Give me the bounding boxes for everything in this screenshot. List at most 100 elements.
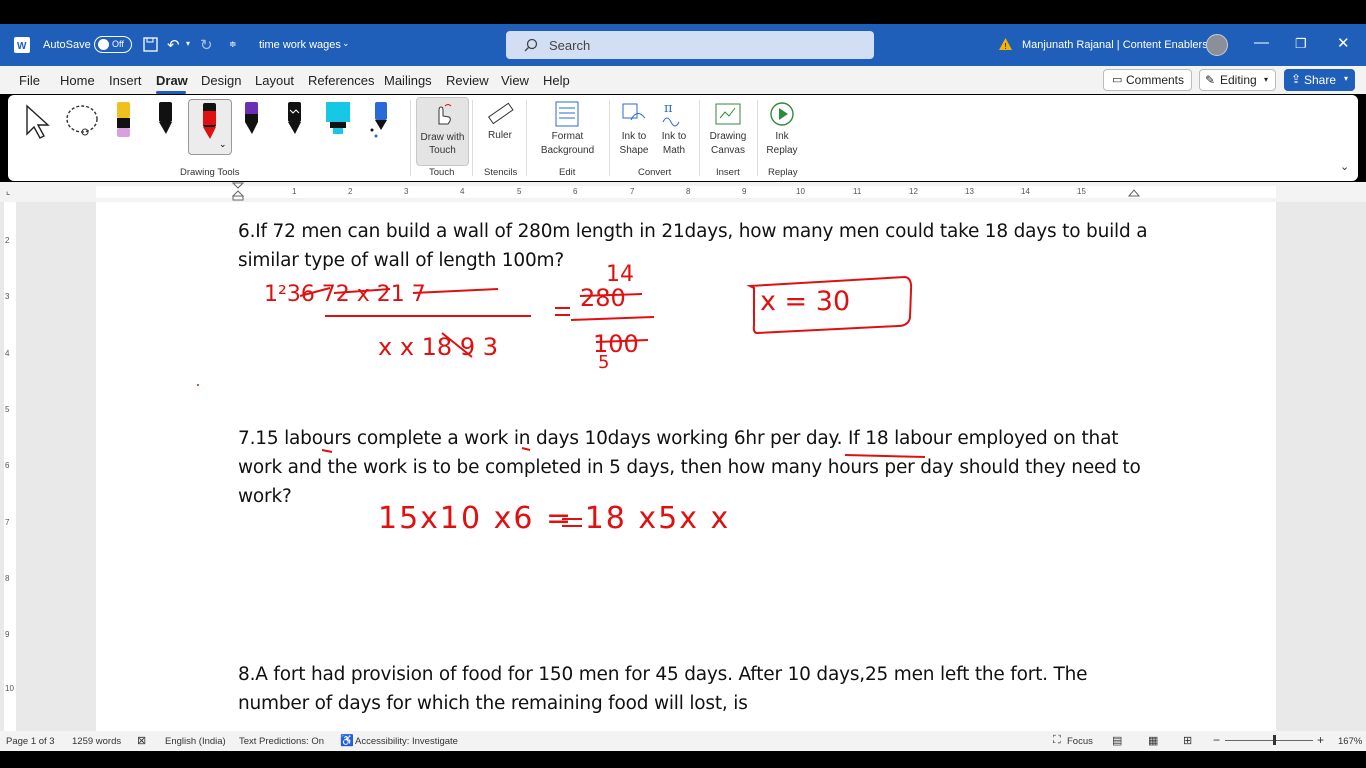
select-arrow-icon[interactable] <box>24 104 52 140</box>
status-bar: Page 1 of 3 1259 words ⊠ English (India)… <box>0 731 1366 751</box>
ink-to-shape-label[interactable]: Ink to Shape <box>614 130 654 158</box>
title-chevron-icon[interactable]: ⌄ <box>342 38 350 49</box>
customize-toolbar-icon[interactable]: ≑ <box>229 39 237 50</box>
minimize-icon[interactable]: — <box>1254 34 1269 51</box>
page-count[interactable]: Page 1 of 3 <box>6 736 55 747</box>
zoom-level[interactable]: 167% <box>1338 736 1362 747</box>
ruler-icon[interactable] <box>486 100 514 128</box>
q7-line2[interactable]: work and the work is to be completed in … <box>238 453 1141 482</box>
ink-replay-icon[interactable] <box>768 100 796 128</box>
redo-icon[interactable]: ↻ <box>200 36 213 54</box>
pen-dropdown-icon[interactable]: ⌄ <box>219 139 227 150</box>
focus-label[interactable]: Focus <box>1067 736 1093 747</box>
pen-galaxy-icon[interactable] <box>285 100 305 140</box>
zoom-slider-track[interactable] <box>1225 740 1313 741</box>
svg-text:!: ! <box>1004 42 1006 51</box>
q7-line3[interactable]: work? <box>238 482 292 511</box>
undo-dropdown-icon[interactable]: ▾ <box>186 39 190 48</box>
group-separator <box>609 100 610 176</box>
tab-draw[interactable]: Draw <box>156 73 188 88</box>
tab-home[interactable]: Home <box>60 73 95 88</box>
q6-line2[interactable]: similar type of wall of length 100m? <box>238 246 564 275</box>
drawing-canvas-icon[interactable] <box>714 100 742 128</box>
search-icon <box>524 38 538 52</box>
close-icon[interactable]: ✕ <box>1337 34 1350 52</box>
save-icon[interactable] <box>143 37 159 53</box>
ribbon-collapse-icon[interactable]: ⌄ <box>1340 160 1349 173</box>
ruler-number: 6 <box>573 187 578 196</box>
pen-purple-icon[interactable] <box>242 100 262 140</box>
tab-help[interactable]: Help <box>543 73 570 88</box>
zoom-in-icon[interactable]: + <box>1317 733 1324 747</box>
text-predictions[interactable]: Text Predictions: On <box>239 736 324 747</box>
ruler-number: 12 <box>909 187 918 196</box>
vruler-number: 8 <box>5 574 10 583</box>
ruler-number: 5 <box>517 187 522 196</box>
ruler-label[interactable]: Ruler <box>480 130 520 141</box>
avatar[interactable] <box>1206 34 1228 56</box>
highlighter-cyan-icon[interactable] <box>324 100 352 140</box>
accessibility-icon[interactable]: ♿ <box>340 734 354 747</box>
warning-icon[interactable]: ! <box>998 37 1013 51</box>
proofing-icon[interactable]: ⊠ <box>137 734 146 747</box>
group-edit: Edit <box>559 167 576 178</box>
tab-mailings[interactable]: Mailings <box>384 73 432 88</box>
autosave-toggle[interactable]: Off <box>94 36 132 53</box>
search-box[interactable]: Search <box>506 31 874 59</box>
editing-button[interactable]: ✎ Editing ▾ <box>1199 69 1276 91</box>
format-background-label[interactable]: Format Background <box>530 130 605 158</box>
restore-icon[interactable]: ❐ <box>1295 36 1307 52</box>
draw-with-touch-button[interactable]: Draw with Touch <box>416 97 469 166</box>
print-layout-icon[interactable]: ▦ <box>1148 734 1158 747</box>
word-count[interactable]: 1259 words <box>72 736 121 747</box>
share-icon: ⇪ <box>1291 72 1302 86</box>
tab-view[interactable]: View <box>501 73 529 88</box>
tab-file[interactable]: File <box>19 73 40 88</box>
tab-selector-icon[interactable]: ⌞ <box>6 186 10 197</box>
ink-to-math-icon[interactable]: π <box>660 100 686 128</box>
lasso-select-icon[interactable] <box>64 102 104 140</box>
comments-label: Comments <box>1126 73 1185 87</box>
tab-design[interactable]: Design <box>201 73 241 88</box>
q8-line2[interactable]: number of days for which the remaining f… <box>238 689 748 718</box>
q6-line1[interactable]: 6.If 72 men can build a wall of 280m len… <box>238 217 1148 246</box>
format-background-icon[interactable] <box>554 100 580 128</box>
active-tab-indicator <box>156 91 186 94</box>
autosave-state: Off <box>112 39 124 49</box>
q8-line1[interactable]: 8.A fort had provision of food for 150 m… <box>238 660 1088 689</box>
tab-review[interactable]: Review <box>446 73 489 88</box>
drawing-canvas-label[interactable]: Drawing Canvas <box>704 130 752 158</box>
document-title[interactable]: time work wages <box>259 39 341 51</box>
share-label: Share <box>1304 73 1337 87</box>
ruler-number: 13 <box>965 187 974 196</box>
ink-replay-label[interactable]: Ink Replay <box>762 130 802 158</box>
language[interactable]: English (India) <box>165 736 226 747</box>
accessibility-status[interactable]: Accessibility: Investigate <box>355 736 458 747</box>
pen-red-selected[interactable]: ⌄ <box>188 99 232 155</box>
draw-with-touch-label: Draw with Touch <box>420 132 465 156</box>
pen-action-icon[interactable] <box>368 100 392 140</box>
ink-to-math-label[interactable]: Ink to Math <box>654 130 694 158</box>
user-name[interactable]: Manjunath Rajanal | Content Enablers <box>1022 39 1208 51</box>
comments-button[interactable]: ▭ Comments <box>1103 69 1192 91</box>
comment-icon: ▭ <box>1112 74 1123 86</box>
pen-black-icon[interactable] <box>156 100 176 140</box>
zoom-slider-thumb[interactable] <box>1273 735 1276 745</box>
ink-to-shape-icon[interactable] <box>621 100 647 128</box>
tab-layout[interactable]: Layout <box>255 73 294 88</box>
toggle-knob <box>98 39 109 50</box>
q7-line1[interactable]: 7.15 labours complete a work in days 10d… <box>238 424 1118 453</box>
pencil-icon: ✎ <box>1205 73 1216 87</box>
read-mode-icon[interactable]: ▤ <box>1112 734 1122 747</box>
focus-icon[interactable]: ⛶ <box>1053 734 1061 747</box>
indent-marker-icon[interactable] <box>232 182 244 202</box>
web-layout-icon[interactable]: ⊞ <box>1183 734 1192 747</box>
vruler-number: 2 <box>5 236 10 245</box>
zoom-out-icon[interactable]: − <box>1213 733 1220 747</box>
tab-insert[interactable]: Insert <box>109 73 142 88</box>
tab-references[interactable]: References <box>308 73 374 88</box>
eraser-icon[interactable] <box>114 100 134 140</box>
right-indent-marker-icon[interactable] <box>1128 186 1140 198</box>
undo-icon[interactable]: ↶ <box>167 36 180 54</box>
share-button[interactable]: ⇪ Share ▾ <box>1284 69 1355 91</box>
